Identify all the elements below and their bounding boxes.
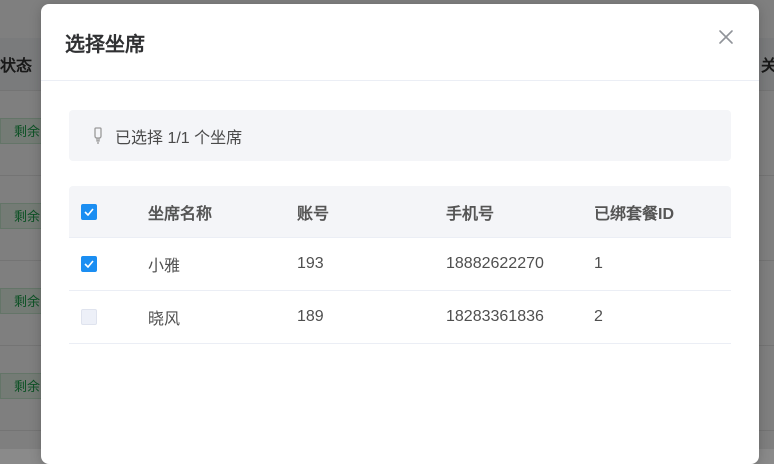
selection-count-text: 已选择 1/1 个坐席	[115, 129, 243, 147]
row-checkbox[interactable]	[81, 309, 97, 325]
row-checkbox-cell	[81, 291, 97, 343]
seat-phone: 18882622270	[446, 255, 544, 272]
seat-name: 小雅	[148, 258, 181, 275]
column-header-phone: 手机号	[446, 205, 495, 223]
seat-account: 193	[297, 255, 324, 272]
seat-name: 晓风	[148, 311, 181, 328]
row-checkbox-cell	[81, 238, 97, 290]
seat-package-id: 2	[594, 308, 603, 325]
select-seat-dialog: 选择坐席 已选择 1/1 个坐席 坐席名称 账号 手机号 已绑套餐ID 小雅 1…	[41, 4, 759, 464]
row-checkbox[interactable]	[81, 256, 97, 272]
table-header: 坐席名称 账号 手机号 已绑套餐ID	[69, 186, 731, 238]
header-checkbox-cell	[81, 186, 97, 237]
dialog-header: 选择坐席	[41, 4, 759, 81]
dialog-title: 选择坐席	[65, 34, 145, 56]
column-header-package-id: 已绑套餐ID	[594, 205, 675, 223]
seat-table: 坐席名称 账号 手机号 已绑套餐ID 小雅 193 18882622270 1 …	[69, 186, 731, 344]
column-header-account: 账号	[297, 205, 330, 223]
seat-account: 189	[297, 308, 324, 325]
table-row[interactable]: 小雅 193 18882622270 1	[69, 238, 731, 291]
select-all-checkbox[interactable]	[81, 203, 97, 220]
table-row[interactable]: 晓风 189 18283361836 2	[69, 291, 731, 344]
seat-phone: 18283361836	[446, 308, 544, 325]
close-icon[interactable]	[717, 28, 735, 46]
lightbulb-icon	[91, 126, 105, 145]
column-header-name: 坐席名称	[148, 205, 213, 223]
seat-package-id: 1	[594, 255, 603, 272]
selection-info-bar: 已选择 1/1 个坐席	[69, 110, 731, 161]
